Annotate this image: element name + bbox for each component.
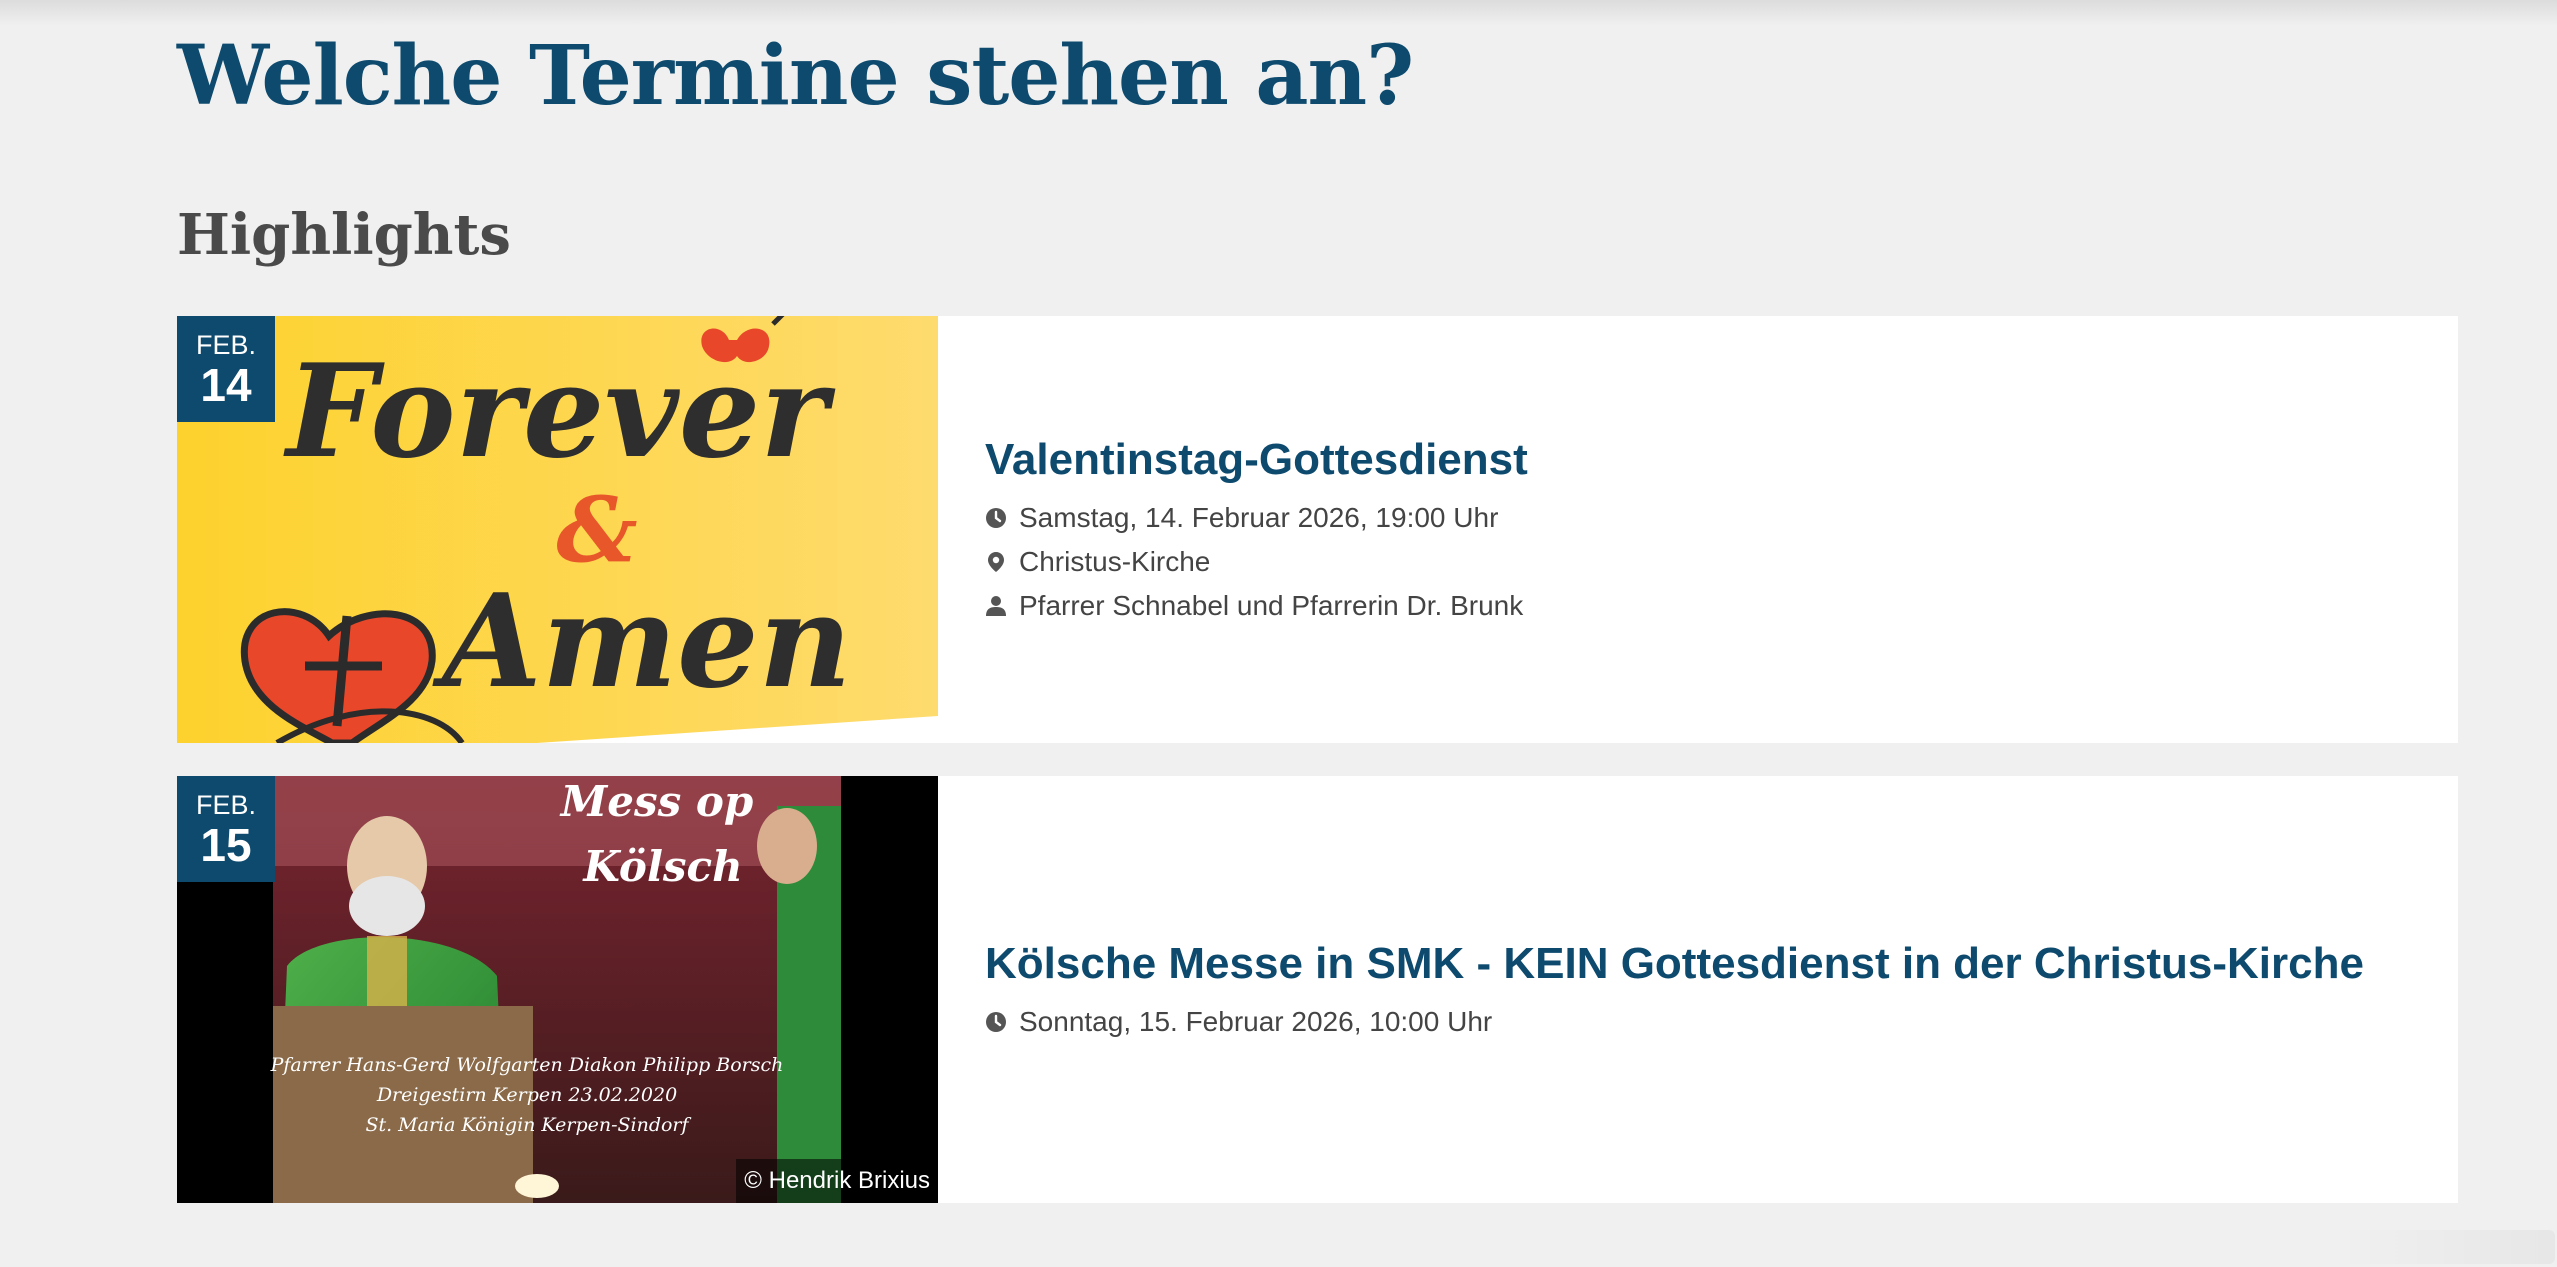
event-image[interactable]: Forever & Amen FEB. 14 (177, 316, 938, 743)
event-card[interactable]: Forever & Amen FEB. 14 Valentinstag-Gott… (177, 316, 2458, 743)
map-pin-icon (985, 551, 1007, 573)
person-icon (985, 595, 1007, 617)
event-datetime-text: Sonntag, 15. Februar 2026, 10:00 Uhr (1019, 1005, 1493, 1037)
clock-icon (985, 1011, 1007, 1033)
event-location-text: Christus-Kirche (1019, 545, 1211, 577)
top-shade (0, 0, 2557, 26)
svg-text:Pfarrer Hans-Gerd Wolfgarten: Pfarrer Hans-Gerd Wolfgarten Diakon Phil… (270, 1054, 784, 1076)
scrollbar[interactable] (2335, 1230, 2555, 1264)
date-month: FEB. (195, 330, 256, 360)
event-info: Valentinstag-Gottesdienst Samstag, 14. F… (938, 316, 2458, 743)
svg-text:Forever: Forever (283, 337, 836, 487)
page-title: Welche Termine stehen an? (177, 28, 1414, 124)
event-person: Pfarrer Schnabel und Pfarrerin Dr. Brunk (985, 584, 2458, 628)
svg-text:Mess op: Mess op (559, 777, 754, 826)
date-day: 15 (200, 819, 252, 871)
svg-text:Amen: Amen (432, 567, 851, 717)
svg-text:St. Maria Königin Kerpen-Sindo: St. Maria Königin Kerpen-Sindorf (365, 1114, 691, 1136)
section-title-highlights: Highlights (177, 202, 511, 268)
event-datetime-text: Samstag, 14. Februar 2026, 19:00 Uhr (1019, 501, 1499, 533)
event-image[interactable]: Mess op Kölsch Pfarrer Hans-Gerd Wolfgar… (177, 776, 938, 1203)
date-badge: FEB. 15 (177, 776, 275, 882)
svg-text:Dreigestirn Kerpen 23.02.2020: Dreigestirn Kerpen 23.02.2020 (376, 1084, 677, 1106)
event-info: Kölsche Messe in SMK - KEIN Gottesdienst… (938, 776, 2458, 1203)
event-datetime: Samstag, 14. Februar 2026, 19:00 Uhr (985, 496, 2458, 540)
forever-amen-artwork: Forever & Amen (177, 316, 938, 743)
date-month: FEB. (195, 790, 256, 820)
event-title[interactable]: Valentinstag-Gottesdienst (985, 432, 2458, 488)
event-card[interactable]: Mess op Kölsch Pfarrer Hans-Gerd Wolfgar… (177, 776, 2458, 1203)
image-credit: © Hendrik Brixius (736, 1159, 938, 1203)
date-day: 14 (200, 359, 252, 411)
clock-icon (985, 507, 1007, 529)
koelsche-messe-photo: Mess op Kölsch Pfarrer Hans-Gerd Wolfgar… (177, 776, 938, 1203)
event-datetime: Sonntag, 15. Februar 2026, 10:00 Uhr (985, 1000, 2458, 1044)
event-location: Christus-Kirche (985, 540, 2458, 584)
event-title[interactable]: Kölsche Messe in SMK - KEIN Gottesdienst… (985, 936, 2458, 992)
svg-text:Kölsch: Kölsch (582, 842, 742, 891)
date-badge: FEB. 14 (177, 316, 275, 422)
event-person-text: Pfarrer Schnabel und Pfarrerin Dr. Brunk (1019, 589, 1524, 621)
